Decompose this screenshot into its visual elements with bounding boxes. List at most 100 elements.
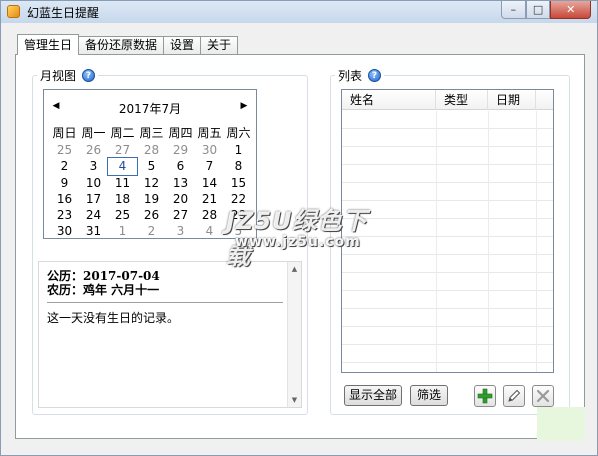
day-detail-panel: 公历：2017-07-04 农历：鸡年 六月十一 这一天没有生日的记录。 ▲ ▼ bbox=[38, 261, 302, 408]
tab-strip: 管理生日 备份还原数据 设置 关于 bbox=[17, 34, 239, 55]
calendar-week-row: 23 24 25 26 27 28 29 bbox=[50, 207, 253, 223]
weekday-label: 周六 bbox=[226, 126, 251, 140]
tab-settings[interactable]: 设置 bbox=[163, 36, 202, 55]
column-filler bbox=[536, 90, 553, 110]
window-controls: – □ ✕ bbox=[501, 1, 591, 19]
calendar-day[interactable]: 23 bbox=[50, 207, 79, 223]
calendar-week-row: 30 31 1 2 3 4 5 bbox=[50, 223, 253, 239]
weekday-label: 周二 bbox=[110, 126, 135, 140]
calendar-day[interactable]: 6 bbox=[166, 158, 195, 174]
calendar-week-row: 9 10 11 12 13 14 15 bbox=[50, 175, 253, 191]
maximize-button[interactable]: □ bbox=[525, 1, 551, 19]
column-divider bbox=[536, 111, 537, 372]
window-title: 幻蓝生日提醒 bbox=[27, 6, 100, 20]
calendar-day[interactable]: 25 bbox=[108, 207, 137, 223]
calendar-day[interactable]: 27 bbox=[166, 207, 195, 223]
calendar-day[interactable]: 24 bbox=[79, 207, 108, 223]
show-all-button[interactable]: 显示全部 bbox=[344, 385, 402, 406]
detail-divider bbox=[47, 302, 283, 303]
edit-button[interactable] bbox=[503, 385, 525, 407]
calendar-day[interactable]: 2 bbox=[50, 158, 79, 174]
calendar-week-row: 25 26 27 28 29 30 1 bbox=[50, 142, 253, 158]
calendar-grid: 25 26 27 28 29 30 1 2 3 4 5 6 7 8 9 10 11 12 13 14 15 16 17 18 1… bbox=[50, 142, 253, 240]
calendar-day[interactable]: 1 bbox=[224, 142, 253, 158]
calendar-day[interactable]: 26 bbox=[137, 207, 166, 223]
no-record-note: 这一天没有生日的记录。 bbox=[47, 311, 180, 325]
weekday-label: 周日 bbox=[52, 126, 77, 140]
calendar-day[interactable]: 10 bbox=[79, 175, 108, 191]
calendar-day[interactable]: 5 bbox=[137, 158, 166, 174]
weekday-label: 周五 bbox=[197, 126, 222, 140]
delete-x-icon bbox=[536, 389, 550, 403]
calendar-day[interactable]: 18 bbox=[108, 191, 137, 207]
calendar-day[interactable]: 14 bbox=[195, 175, 224, 191]
tab-about[interactable]: 关于 bbox=[200, 36, 239, 55]
calendar-month-title: 2017年7月 bbox=[118, 102, 182, 116]
minimize-button[interactable]: – bbox=[501, 1, 526, 19]
calendar-day[interactable]: 26 bbox=[79, 142, 108, 158]
calendar-week-row: 16 17 18 19 20 21 22 bbox=[50, 191, 253, 207]
help-icon[interactable]: ? bbox=[368, 69, 382, 82]
column-divider bbox=[436, 111, 437, 372]
weekday-label: 周一 bbox=[81, 126, 106, 140]
maximize-icon: □ bbox=[532, 3, 544, 16]
calendar-day[interactable]: 29 bbox=[166, 142, 195, 158]
lunar-date: 农历：鸡年 六月十一 bbox=[47, 283, 160, 297]
calendar-day[interactable]: 4 bbox=[195, 223, 224, 239]
calendar-day[interactable]: 25 bbox=[50, 142, 79, 158]
calendar-day[interactable]: 27 bbox=[108, 142, 137, 158]
minimize-icon: – bbox=[510, 3, 517, 16]
add-button[interactable] bbox=[474, 385, 496, 407]
calendar-day[interactable]: 30 bbox=[195, 142, 224, 158]
calendar-day[interactable]: 11 bbox=[108, 175, 137, 191]
calendar-day[interactable]: 12 bbox=[137, 175, 166, 191]
next-month-icon[interactable]: ▶ bbox=[238, 100, 250, 112]
calendar-day[interactable]: 8 bbox=[224, 158, 253, 174]
calendar-day[interactable]: 19 bbox=[137, 191, 166, 207]
calendar-day[interactable]: 28 bbox=[137, 142, 166, 158]
corner-patch bbox=[537, 407, 585, 441]
list-header: 姓名 类型 日期 bbox=[342, 90, 553, 110]
calendar-day[interactable]: 13 bbox=[166, 175, 195, 191]
close-icon: ✕ bbox=[566, 3, 576, 16]
column-type[interactable]: 类型 bbox=[436, 90, 488, 110]
tab-backup-restore[interactable]: 备份还原数据 bbox=[78, 36, 165, 55]
calendar-day[interactable]: 31 bbox=[79, 223, 108, 239]
close-button[interactable]: ✕ bbox=[550, 1, 591, 19]
calendar-day[interactable]: 3 bbox=[166, 223, 195, 239]
list-label: 列表 bbox=[338, 69, 363, 83]
calendar-day[interactable]: 15 bbox=[224, 175, 253, 191]
weekday-header: 周日 周一 周二 周三 周四 周五 周六 bbox=[50, 124, 253, 141]
detail-scrollbar[interactable]: ▲ ▼ bbox=[287, 262, 301, 407]
app-window: 幻蓝生日提醒 – □ ✕ 管理生日 备份还原数据 设置 关于 月视图 ? ◀ 2… bbox=[0, 0, 598, 456]
calendar-day[interactable]: 9 bbox=[50, 175, 79, 191]
pencil-icon bbox=[508, 389, 521, 402]
list-caption: 列表 ? bbox=[335, 67, 385, 84]
calendar-day[interactable]: 17 bbox=[79, 191, 108, 207]
scroll-down-icon[interactable]: ▼ bbox=[288, 393, 301, 407]
month-calendar[interactable]: ◀ 2017年7月 ▶ 周日 周一 周二 周三 周四 周五 周六 25 26 27 2… bbox=[43, 89, 257, 239]
delete-button[interactable] bbox=[532, 385, 554, 407]
weekday-label: 周三 bbox=[139, 126, 164, 140]
column-date[interactable]: 日期 bbox=[488, 90, 536, 110]
calendar-day[interactable]: 7 bbox=[195, 158, 224, 174]
column-divider bbox=[488, 111, 489, 372]
tab-manage-birthdays[interactable]: 管理生日 bbox=[17, 34, 80, 55]
calendar-day[interactable]: 3 bbox=[79, 158, 108, 174]
calendar-day[interactable]: 1 bbox=[108, 223, 137, 239]
month-view-label: 月视图 bbox=[40, 69, 77, 83]
help-icon[interactable]: ? bbox=[82, 69, 96, 82]
calendar-day[interactable]: 28 bbox=[195, 207, 224, 223]
calendar-day[interactable]: 2 bbox=[137, 223, 166, 239]
plus-icon bbox=[477, 388, 493, 404]
calendar-day[interactable]: 20 bbox=[166, 191, 195, 207]
app-icon bbox=[7, 5, 20, 18]
column-name[interactable]: 姓名 bbox=[342, 90, 436, 110]
calendar-day[interactable]: 16 bbox=[50, 191, 79, 207]
calendar-day[interactable]: 4 bbox=[107, 157, 138, 176]
calendar-day[interactable]: 30 bbox=[50, 223, 79, 239]
calendar-day[interactable]: 21 bbox=[195, 191, 224, 207]
title-bar[interactable]: 幻蓝生日提醒 – □ ✕ bbox=[1, 1, 597, 23]
filter-button[interactable]: 筛选 bbox=[410, 385, 448, 406]
weekday-label: 周四 bbox=[168, 126, 193, 140]
